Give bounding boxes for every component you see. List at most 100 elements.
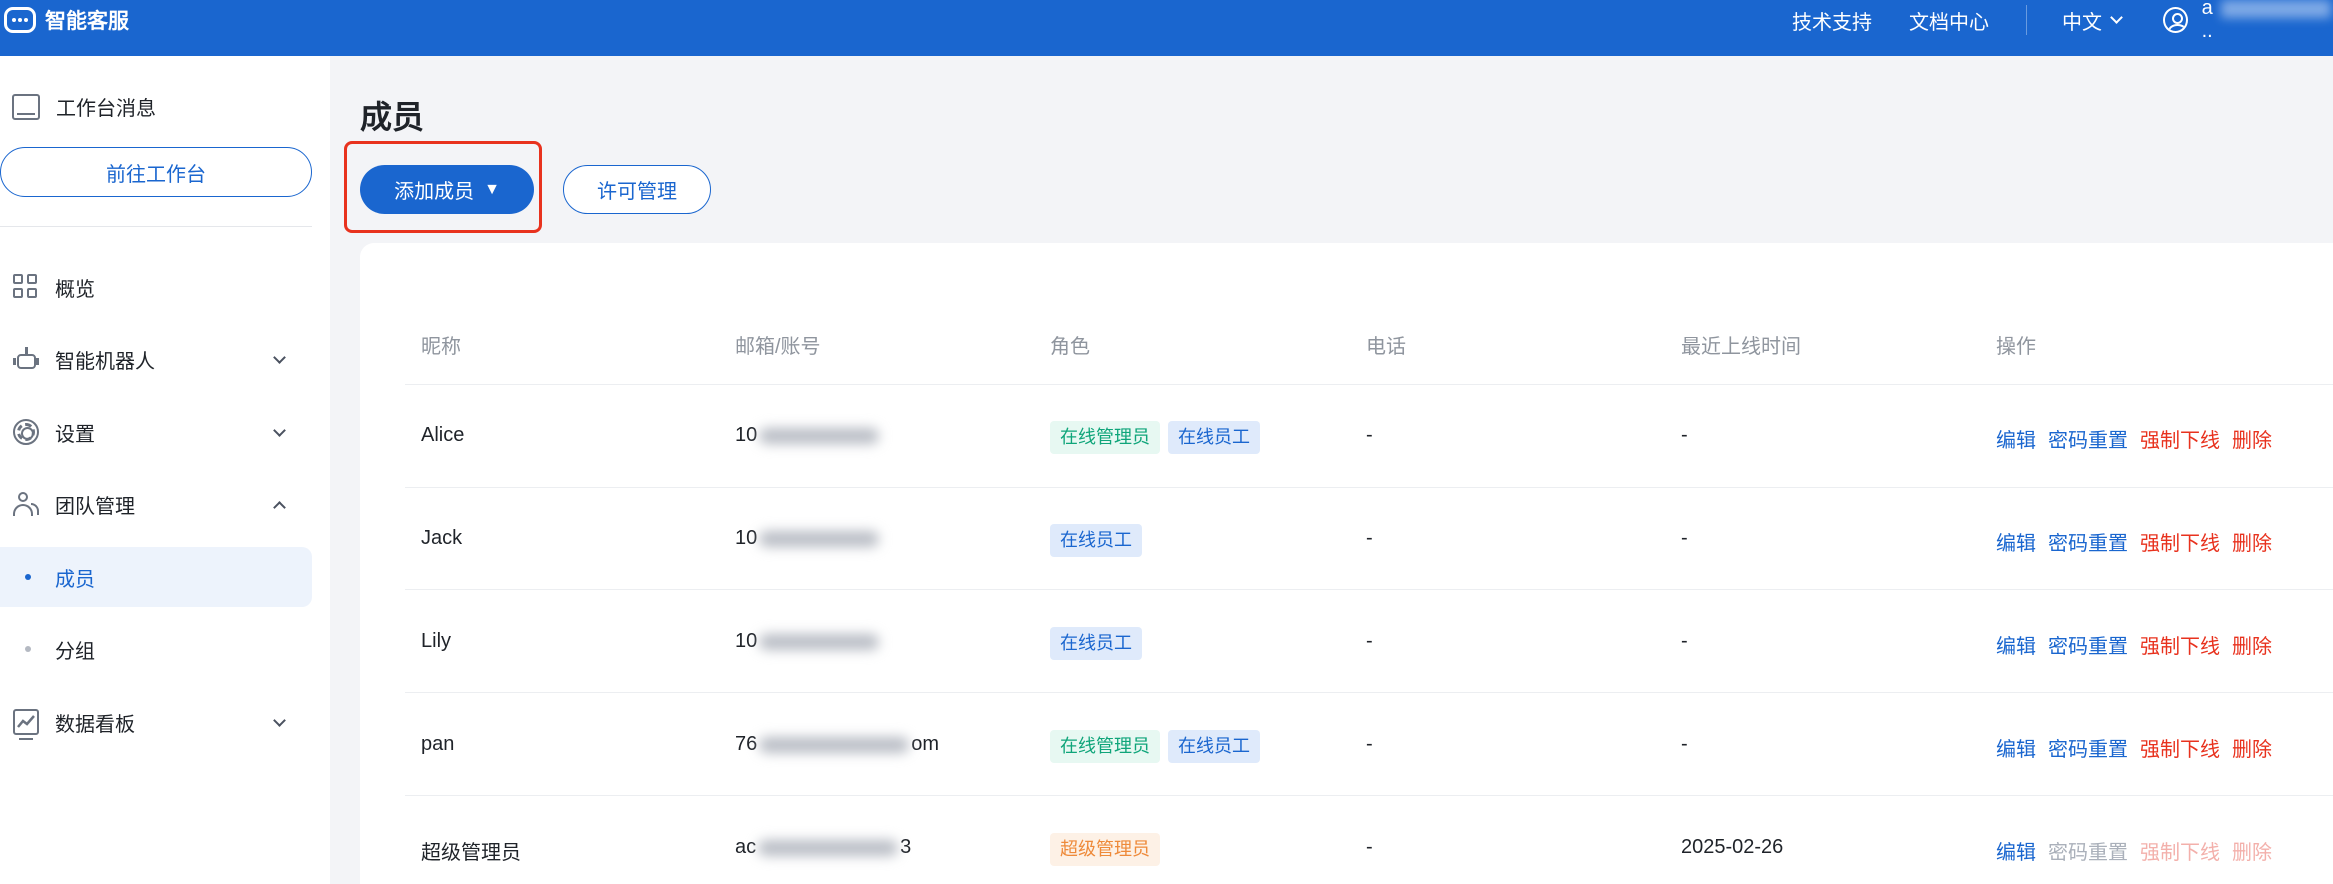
language-label: 中文 [2062, 11, 2102, 34]
force-offline-link-disabled: 强制下线 [2140, 842, 2220, 864]
force-offline-link[interactable]: 强制下线 [2140, 424, 2220, 453]
bullet-dot-icon [25, 646, 31, 652]
cell-roles: 在线管理员 在线员工 [1050, 730, 1268, 763]
top-divider [2026, 5, 2027, 35]
sidebar-subitem-label: 分组 [55, 640, 95, 663]
language-select[interactable]: 中文 [2062, 6, 2123, 35]
delete-link[interactable]: 删除 [2232, 630, 2272, 659]
edit-link[interactable]: 编辑 [1996, 836, 2036, 865]
page-title: 成员 [360, 99, 425, 135]
row-divider [405, 692, 2333, 693]
cell-actions: 编辑 密码重置 强制下线 删除 [1996, 836, 2284, 865]
row-divider [405, 589, 2333, 590]
row-divider [405, 384, 2333, 385]
edit-link[interactable]: 编辑 [1996, 527, 2036, 556]
chart-icon [13, 709, 39, 740]
gear-icon [13, 419, 39, 445]
sidebar-item-label: 团队管理 [55, 495, 135, 518]
cell-nickname: pan [421, 733, 455, 755]
sidebar-item-settings[interactable]: 设置 [0, 402, 312, 462]
reset-password-link[interactable]: 密码重置 [2048, 527, 2128, 556]
force-offline-link[interactable]: 强制下线 [2140, 733, 2220, 762]
reset-password-link[interactable]: 密码重置 [2048, 733, 2128, 762]
chevron-down-icon [2110, 11, 2123, 24]
column-header-phone: 电话 [1366, 336, 1406, 358]
sidebar-item-overview[interactable]: 概览 [0, 257, 312, 317]
role-tag-admin: 在线管理员 [1050, 730, 1160, 763]
delete-link[interactable]: 删除 [2232, 733, 2272, 762]
column-header-role: 角色 [1050, 336, 1090, 358]
edit-link[interactable]: 编辑 [1996, 733, 2036, 762]
cell-last-online: - [1681, 527, 1688, 549]
sidebar-item-team[interactable]: 团队管理 [0, 474, 312, 534]
cell-last-online: - [1681, 733, 1688, 755]
user-name: a.. [2202, 0, 2333, 43]
cell-actions: 编辑 密码重置 强制下线 删除 [1996, 424, 2284, 453]
cell-phone: - [1366, 630, 1373, 652]
sidebar-subitem-members[interactable]: 成员 [0, 547, 312, 607]
chevron-down-icon [273, 424, 286, 437]
delete-link[interactable]: 删除 [2232, 527, 2272, 556]
cell-roles: 超级管理员 [1050, 833, 1168, 866]
column-header-nickname: 昵称 [421, 336, 461, 358]
delete-link-disabled: 删除 [2232, 842, 2272, 864]
user-menu[interactable]: a.. [2163, 0, 2333, 43]
reset-password-link-disabled: 密码重置 [2048, 842, 2128, 864]
workbench-messages[interactable]: 工作台消息 [12, 92, 156, 121]
role-tag-staff: 在线员工 [1050, 524, 1142, 557]
cell-last-online: 2025-02-26 [1681, 836, 1784, 858]
column-header-actions: 操作 [1996, 336, 2036, 358]
cell-phone: - [1366, 836, 1373, 858]
edit-link[interactable]: 编辑 [1996, 630, 2036, 659]
cell-actions: 编辑 密码重置 强制下线 删除 [1996, 733, 2284, 762]
reset-password-link[interactable]: 密码重置 [2048, 424, 2128, 453]
tech-support-link[interactable]: 技术支持 [1792, 6, 1872, 35]
cell-nickname: Alice [421, 424, 465, 446]
sidebar-item-dashboard[interactable]: 数据看板 [0, 692, 312, 752]
cell-email: 10 [735, 527, 881, 550]
caret-down-icon: ▼ [484, 180, 500, 198]
chat-bubble-icon [4, 7, 36, 33]
cell-last-online: - [1681, 630, 1688, 652]
sidebar-subitem-label: 成员 [55, 568, 95, 591]
role-tag-admin: 在线管理员 [1050, 421, 1160, 454]
row-divider [405, 487, 2333, 488]
sidebar-item-robot[interactable]: 智能机器人 [0, 329, 312, 389]
cell-nickname: Lily [421, 630, 452, 652]
workbench-messages-label: 工作台消息 [56, 98, 156, 120]
force-offline-link[interactable]: 强制下线 [2140, 527, 2220, 556]
cell-nickname: Jack [421, 527, 463, 549]
reset-password-link[interactable]: 密码重置 [2048, 630, 2128, 659]
cell-actions: 编辑 密码重置 强制下线 删除 [1996, 630, 2284, 659]
cell-last-online: - [1681, 424, 1688, 446]
cell-roles: 在线员工 [1050, 524, 1150, 557]
edit-link[interactable]: 编辑 [1996, 424, 2036, 453]
cell-roles: 在线员工 [1050, 627, 1150, 660]
cell-email: 10 [735, 630, 881, 653]
bullet-dot-icon [25, 574, 31, 580]
license-management-button[interactable]: 许可管理 [563, 165, 711, 214]
brand[interactable]: 智能客服 [4, 0, 129, 40]
role-tag-staff: 在线员工 [1168, 421, 1260, 454]
goto-workbench-button[interactable]: 前往工作台 [0, 147, 312, 197]
sidebar-item-label: 概览 [55, 278, 95, 301]
cell-email: ac 3 [735, 836, 912, 858]
sidebar-item-label: 智能机器人 [55, 350, 155, 373]
chevron-up-icon [273, 501, 286, 514]
add-member-button[interactable]: 添加成员 ▼ [360, 165, 534, 214]
sidebar-subitem-groups[interactable]: 分组 [0, 619, 312, 679]
force-offline-link[interactable]: 强制下线 [2140, 630, 2220, 659]
cell-phone: - [1366, 527, 1373, 549]
column-header-last-online: 最近上线时间 [1681, 336, 1801, 358]
role-tag-staff: 在线员工 [1168, 730, 1260, 763]
team-icon [13, 491, 39, 517]
robot-icon [13, 346, 39, 372]
add-member-label: 添加成员 [394, 181, 475, 203]
cell-phone: - [1366, 733, 1373, 755]
cell-nickname: 超级管理员 [421, 842, 521, 864]
chevron-down-icon [273, 351, 286, 364]
cell-actions: 编辑 密码重置 强制下线 删除 [1996, 527, 2284, 556]
delete-link[interactable]: 删除 [2232, 424, 2272, 453]
docs-center-link[interactable]: 文档中心 [1909, 6, 1989, 35]
role-tag-staff: 在线员工 [1050, 627, 1142, 660]
